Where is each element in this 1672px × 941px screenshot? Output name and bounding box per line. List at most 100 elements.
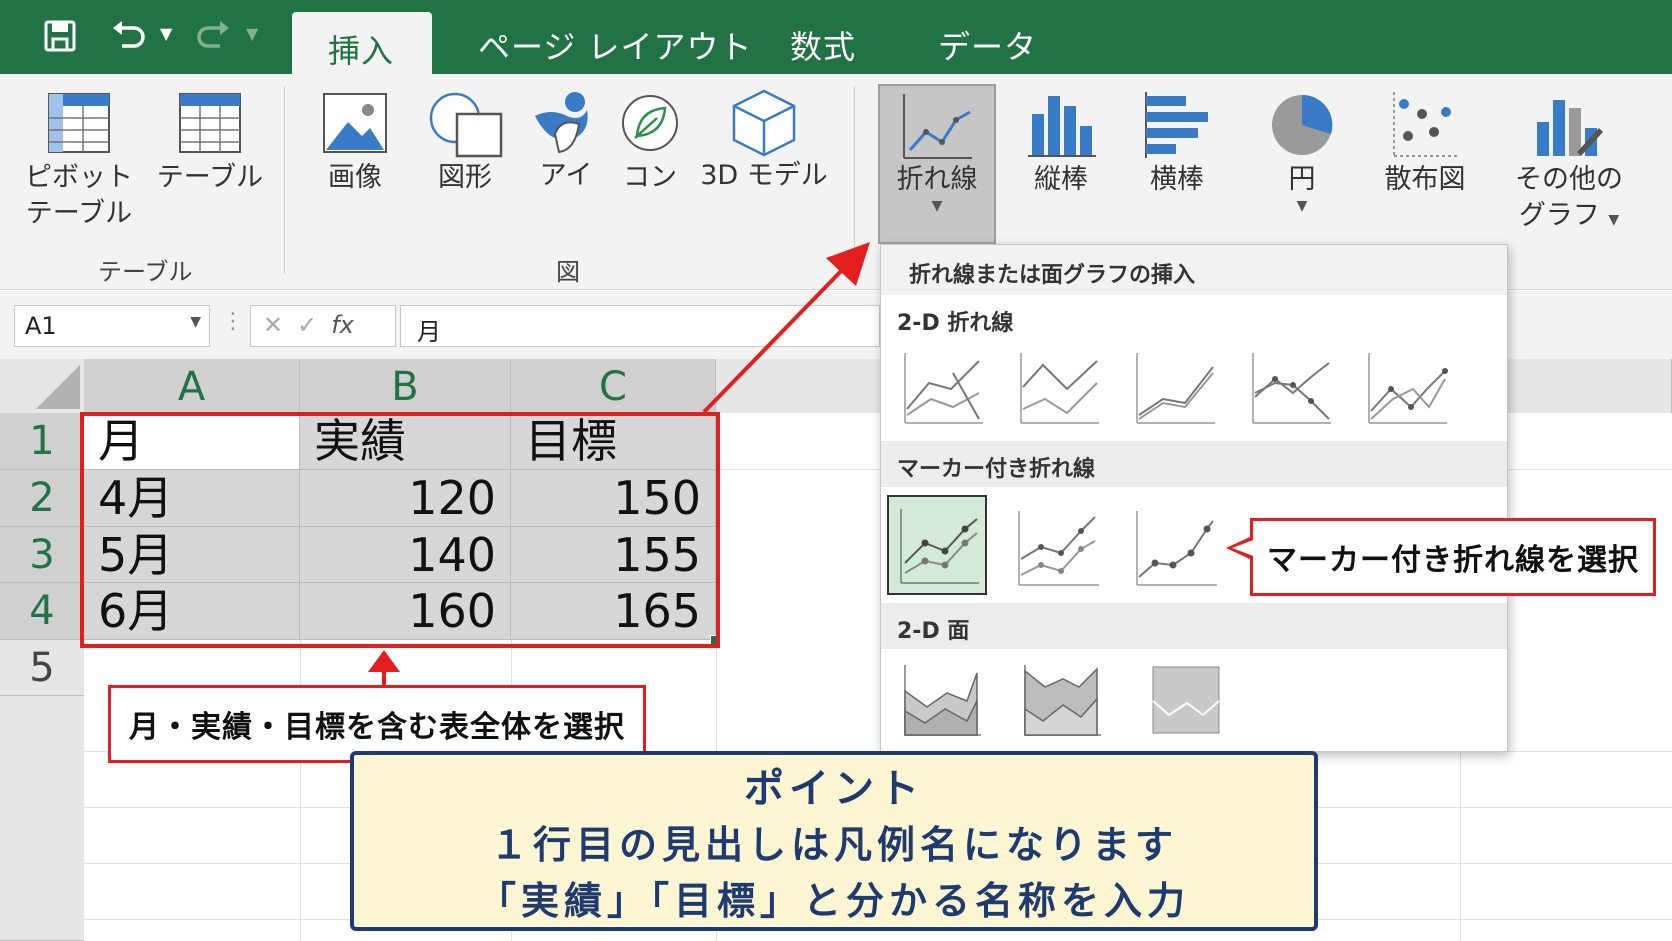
connect-button[interactable]: コン	[614, 92, 686, 196]
table-label: テーブル	[156, 162, 264, 193]
scatter-chart-button[interactable]: 散布図	[1372, 92, 1478, 198]
column-header-c[interactable]: C	[511, 359, 716, 413]
pivot-label-1: ピボット	[25, 162, 133, 193]
line-chart-option[interactable]	[895, 343, 991, 433]
other-charts-button[interactable]: その他の グラフ ▼	[1504, 92, 1634, 238]
tab-data[interactable]: データ	[938, 22, 1037, 68]
group-label-illustrations: 図	[556, 258, 580, 286]
tab-insert[interactable]: 挿入	[292, 12, 433, 76]
pivot-label-2: テーブル	[25, 198, 133, 229]
area-chart-icon	[904, 665, 981, 736]
line-with-markers-trend-option[interactable]	[1243, 343, 1339, 433]
line-with-markers-option[interactable]	[887, 495, 987, 595]
chevron-down-icon: ▼	[1608, 212, 1620, 228]
other-charts-label-2: グラフ ▼	[1518, 200, 1620, 231]
row-header-1[interactable]: 1	[0, 413, 84, 470]
shapes-icon	[429, 92, 503, 158]
title-bar: ▼ ▼ 挿入 ページ レイアウト 数式 データ	[0, 0, 1672, 76]
shapes-label: 図形	[438, 162, 492, 193]
callout-select-marker: マーカー付き折れ線を選択	[1250, 518, 1656, 596]
bar-chart-button[interactable]: 横棒	[1134, 92, 1220, 198]
area-chart-option[interactable]	[895, 655, 991, 745]
undo-dropdown-icon[interactable]: ▼	[160, 24, 172, 43]
line-variation-option[interactable]	[1359, 343, 1455, 433]
100-stacked-line-option[interactable]	[1127, 343, 1223, 433]
pivot-table-icon	[48, 93, 110, 153]
line-variation-icon	[1368, 353, 1448, 424]
save-icon[interactable]	[44, 20, 76, 52]
table-icon	[179, 93, 241, 153]
more-icon: ⋮	[222, 309, 244, 334]
bar-chart-label: 横棒	[1150, 164, 1204, 195]
row-header-3[interactable]: 3	[0, 527, 84, 583]
leaf-icon	[622, 95, 678, 151]
section-2d-line: 2-D 折れ線	[881, 295, 1507, 341]
check-icon[interactable]: ✓	[297, 311, 331, 339]
row-header-rest	[0, 696, 84, 941]
stacked-line-markers-icon	[1018, 511, 1099, 586]
name-box-value: A1	[25, 312, 57, 340]
100-stacked-area-icon	[1152, 666, 1220, 734]
icons-label: アイ	[539, 160, 593, 191]
line-markers-icon	[1252, 353, 1331, 424]
line-chart-label: 折れ線	[896, 164, 978, 195]
tab-formulas[interactable]: 数式	[790, 22, 856, 68]
cube-icon	[732, 89, 796, 157]
line-with-markers-icon	[900, 509, 979, 584]
pivot-table-button[interactable]: ピボット テーブル	[24, 92, 134, 232]
gallery-title: 折れ線または面グラフの挿入	[881, 245, 1507, 295]
triangle-icon	[36, 365, 80, 409]
line-chart-gallery: 折れ線または面グラフの挿入 2-D 折れ線 マーカー付き折れ線 2-D 面	[880, 244, 1508, 752]
scatter-chart-label: 散布図	[1384, 164, 1466, 195]
section-2d-area: 2-D 面	[881, 603, 1507, 649]
group-separator	[854, 86, 855, 274]
image-icon	[323, 93, 387, 153]
point-line-1: １行目の見出しは凡例名になります	[489, 823, 1178, 867]
table-button[interactable]: テーブル	[150, 92, 270, 196]
select-all-corner[interactable]	[0, 359, 84, 413]
connect-label: コン	[623, 162, 677, 193]
row-header-4[interactable]: 4	[0, 583, 84, 640]
100-stacked-line-markers-icon	[1136, 511, 1217, 586]
redo-icon[interactable]	[196, 20, 232, 52]
tab-page-layout[interactable]: ページ レイアウト	[478, 22, 753, 68]
line-chart-button[interactable]: 折れ線 ▼	[878, 84, 996, 244]
group-separator	[284, 86, 285, 274]
chevron-down-icon: ▼	[1296, 198, 1308, 214]
formula-buttons: ✕✓fx	[250, 305, 396, 347]
column-header-b[interactable]: B	[300, 359, 511, 413]
redo-dropdown-icon[interactable]: ▼	[246, 24, 258, 43]
chevron-down-icon[interactable]: ▼	[190, 314, 201, 330]
fx-icon[interactable]: fx	[331, 311, 354, 339]
stacked-line-option[interactable]	[1011, 343, 1107, 433]
pie-chart-button[interactable]: 円 ▼	[1262, 92, 1342, 214]
cancel-icon[interactable]: ✕	[263, 311, 297, 339]
line-chart-icon	[903, 94, 972, 159]
group-label-table: テーブル	[98, 258, 193, 286]
100-stacked-area-option[interactable]	[1141, 655, 1237, 745]
stacked-area-option[interactable]	[1015, 655, 1111, 745]
other-charts-label-1: その他の	[1515, 164, 1623, 195]
undo-icon[interactable]	[110, 20, 146, 52]
section-line-with-markers: マーカー付き折れ線	[881, 441, 1507, 487]
pie-chart-icon	[1272, 94, 1333, 155]
name-box[interactable]: A1 ▼	[14, 305, 210, 347]
image-button[interactable]: 画像	[310, 92, 400, 196]
pie-chart-label: 円	[1288, 164, 1316, 195]
point-title: ポイント	[744, 766, 924, 812]
scatter-chart-icon	[1393, 92, 1460, 157]
row-header-2[interactable]: 2	[0, 470, 84, 527]
bar-chart-icon	[1145, 92, 1208, 158]
point-note: ポイント １行目の見出しは凡例名になります 「実績」「目標」と分かる名称を入力	[350, 751, 1318, 931]
column-chart-button[interactable]: 縦棒	[1018, 92, 1104, 198]
shapes-button[interactable]: 図形	[420, 92, 510, 196]
icons-button[interactable]: アイ	[530, 88, 602, 194]
stacked-line-markers-option[interactable]	[1009, 499, 1105, 589]
column-header-a[interactable]: A	[84, 359, 300, 413]
100-stacked-line-markers-option[interactable]	[1127, 499, 1223, 589]
row-header-5[interactable]: 5	[0, 640, 84, 696]
stacked-line-icon	[1020, 353, 1099, 424]
formula-input[interactable]: 月	[400, 305, 880, 347]
3d-model-button[interactable]: 3D モデル	[700, 88, 828, 194]
image-label: 画像	[328, 162, 382, 193]
